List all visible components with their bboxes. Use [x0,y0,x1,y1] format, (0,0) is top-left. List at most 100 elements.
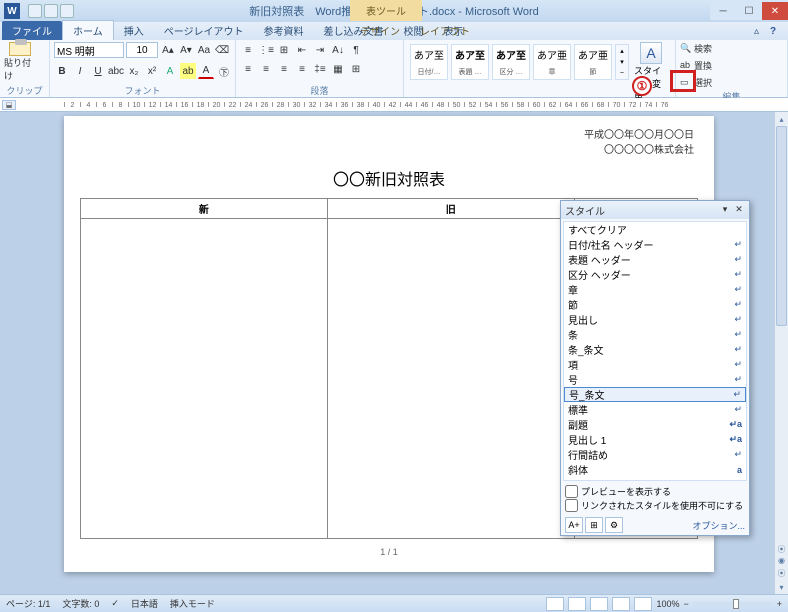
styles-options-link[interactable]: オプション... [692,519,745,532]
font-color-button[interactable]: A [198,63,214,79]
styles-list[interactable]: すべてクリア日付/社名 ヘッダー↵表題 ヘッダー↵区分 ヘッダー↵章↵節↵見出し… [563,221,747,481]
horizontal-ruler[interactable]: ⬓ 24681012141618202224262830323436384042… [0,98,788,112]
pane-close-icon[interactable]: ✕ [733,204,745,216]
font-name-select[interactable] [54,42,124,58]
style-inspector-icon[interactable]: ⊞ [585,517,603,533]
clear-format-icon[interactable]: ⌫ [214,42,230,58]
close-button[interactable]: ✕ [762,2,788,20]
style-list-item[interactable]: 表題 ヘッダー↵ [564,252,746,267]
style-list-item[interactable]: 斜体a [564,462,746,477]
indent-inc-icon[interactable]: ⇥ [312,42,328,58]
bold-button[interactable]: B [54,63,70,79]
style-list-item[interactable]: 条↵ [564,327,746,342]
manage-styles-icon[interactable]: ⚙ [605,517,623,533]
style-item-0[interactable]: あア至日付/… [410,44,448,80]
redo-icon[interactable] [60,4,74,18]
status-mode[interactable]: 挿入モード [170,597,215,610]
style-list-item[interactable]: 号_条文↵ [564,387,746,402]
maximize-button[interactable]: ☐ [736,2,762,20]
style-item-3[interactable]: あア亜章 [533,44,571,80]
style-gallery-more[interactable]: ▴▾⎯ [615,44,629,80]
style-list-item[interactable]: 号↵ [564,372,746,387]
zoom-in-icon[interactable]: + [777,599,782,609]
multilevel-icon[interactable]: ⊞ [276,42,292,58]
ruler-corner[interactable]: ⬓ [2,100,16,110]
paste-button[interactable]: 貼り付け [4,42,36,82]
prev-page-icon[interactable]: ⦿ [775,544,788,556]
vertical-scrollbar[interactable]: ▴ ⦿ ◉ ⦿ ▾ [774,112,788,594]
strike-button[interactable]: abc [108,63,124,79]
line-spacing-icon[interactable]: ‡≡ [312,61,328,77]
show-marks-icon[interactable]: ¶ [348,42,364,58]
next-page-icon[interactable]: ⦿ [775,568,788,580]
style-gallery[interactable]: あア至日付/… あア至表題 … あア至区分 … あア亜章 あア亜節 ▴▾⎯ [408,42,631,82]
highlight-button[interactable]: ab [180,63,196,79]
tab-file[interactable]: ファイル [2,21,62,40]
scroll-thumb[interactable] [776,126,787,326]
sort-icon[interactable]: A↓ [330,42,346,58]
style-list-item[interactable]: 見出し↵ [564,312,746,327]
style-list-item[interactable]: 見出し 1↵a [564,432,746,447]
status-zoom[interactable]: 100% [656,599,679,609]
browse-object-icon[interactable]: ◉ [775,556,788,568]
numbering-icon[interactable]: ⋮≡ [258,42,274,58]
superscript-button[interactable]: x² [144,63,160,79]
tab-insert[interactable]: 挿入 [114,21,154,40]
change-case-icon[interactable]: Aa [196,42,212,58]
style-list-item[interactable]: 日付/社名 ヘッダー↵ [564,237,746,252]
view-read-icon[interactable] [568,597,586,611]
italic-button[interactable]: I [72,63,88,79]
preview-checkbox[interactable]: プレビューを表示する [565,485,745,498]
align-right-icon[interactable]: ≡ [276,61,292,77]
find-button[interactable]: 🔍検索 [680,42,712,55]
align-left-icon[interactable]: ≡ [240,61,256,77]
tab-home[interactable]: ホーム [62,20,114,40]
style-list-item[interactable]: 行間詰め↵ [564,447,746,462]
status-words[interactable]: 文字数: 0 [62,597,99,610]
borders-icon[interactable]: ⊞ [348,61,364,77]
enclose-char-icon[interactable]: ㊦ [216,63,232,79]
justify-icon[interactable]: ≡ [294,61,310,77]
indent-dec-icon[interactable]: ⇤ [294,42,310,58]
tab-references[interactable]: 参考資料 [254,21,314,40]
style-list-item[interactable]: すべてクリア [564,222,746,237]
tab-table-layout[interactable]: レイアウト [410,21,480,40]
status-proof-icon[interactable]: ✓ [111,598,119,609]
view-web-icon[interactable] [590,597,608,611]
text-effects-icon[interactable]: A [162,63,178,79]
view-outline-icon[interactable] [612,597,630,611]
new-style-icon[interactable]: A+ [565,517,583,533]
minimize-button[interactable]: ─ [710,2,736,20]
status-lang[interactable]: 日本語 [131,597,158,610]
zoom-slider[interactable] [693,602,773,606]
underline-button[interactable]: U [90,63,106,79]
style-list-item[interactable]: 標準↵ [564,402,746,417]
tab-page-layout[interactable]: ページレイアウト [154,21,254,40]
style-list-item[interactable]: 条_条文↵ [564,342,746,357]
shrink-font-icon[interactable]: A▾ [178,42,194,58]
style-list-item[interactable]: 強調斜体a [564,477,746,481]
undo-icon[interactable] [44,4,58,18]
subscript-button[interactable]: x₂ [126,63,142,79]
help-icon[interactable]: ? [770,26,784,40]
view-draft-icon[interactable] [634,597,652,611]
scroll-down-icon[interactable]: ▾ [775,580,788,594]
status-page[interactable]: ページ: 1/1 [6,597,50,610]
style-list-item[interactable]: 副題↵a [564,417,746,432]
style-list-item[interactable]: 区分 ヘッダー↵ [564,267,746,282]
view-print-icon[interactable] [546,597,564,611]
disable-linked-checkbox[interactable]: リンクされたスタイルを使用不可にする [565,499,745,512]
style-item-2[interactable]: あア至区分 … [492,44,530,80]
pane-dropdown-icon[interactable]: ▾ [719,204,731,216]
style-list-item[interactable]: 章↵ [564,282,746,297]
save-icon[interactable] [28,4,42,18]
font-size-select[interactable] [126,42,158,58]
styles-pane-titlebar[interactable]: スタイル ▾ ✕ [561,201,749,219]
scroll-up-icon[interactable]: ▴ [775,112,788,126]
minimize-ribbon-icon[interactable]: ▵ [754,26,768,40]
zoom-out-icon[interactable]: − [683,599,688,609]
bullets-icon[interactable]: ≡ [240,42,256,58]
style-list-item[interactable]: 節↵ [564,297,746,312]
style-item-1[interactable]: あア至表題 … [451,44,489,80]
style-list-item[interactable]: 項↵ [564,357,746,372]
